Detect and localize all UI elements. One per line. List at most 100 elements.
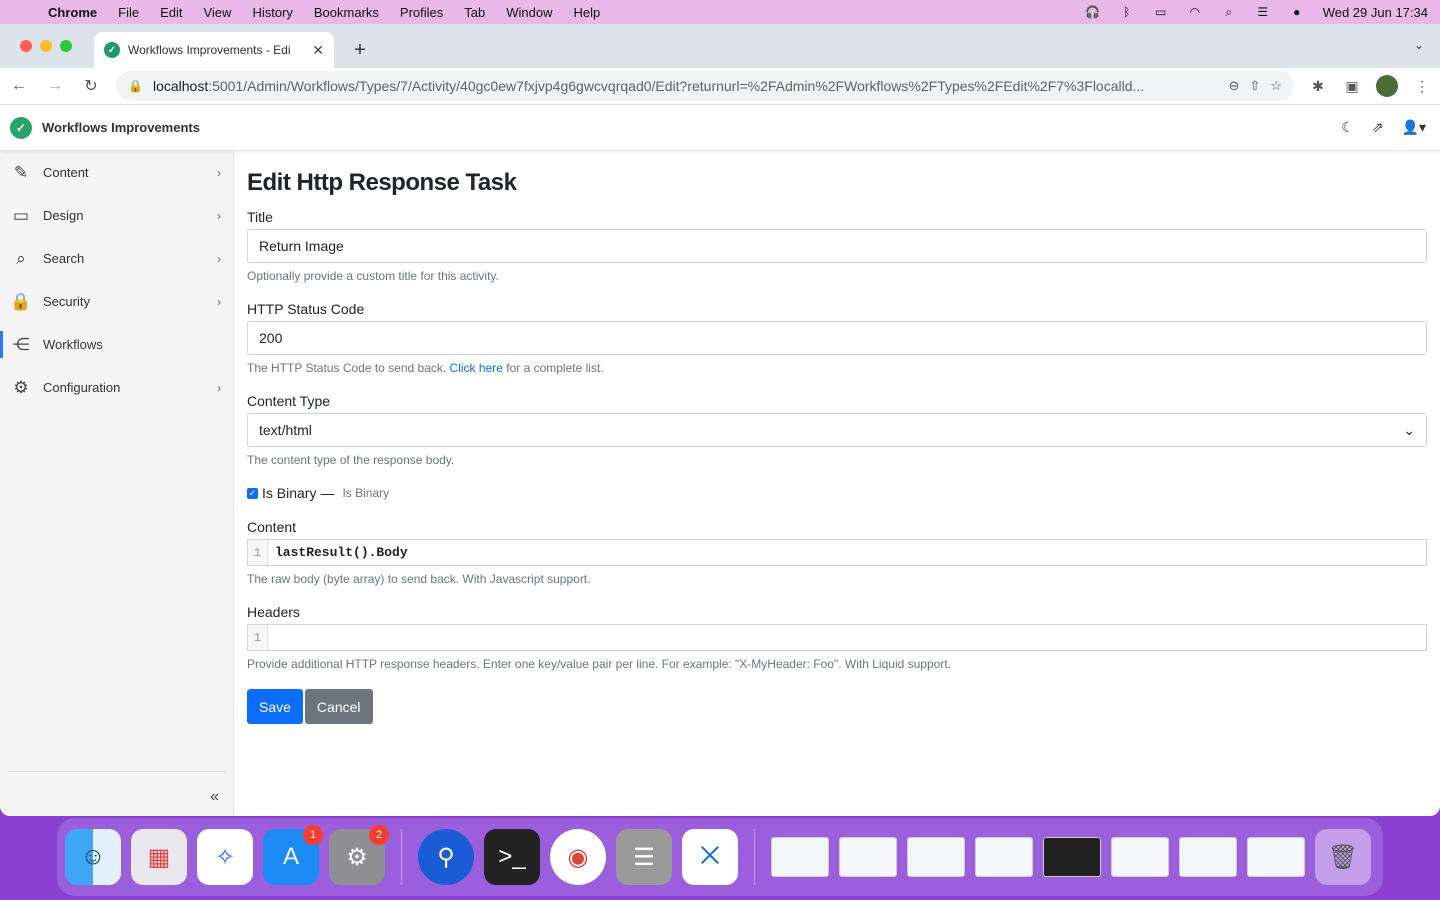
menu-view[interactable]: View <box>203 5 231 20</box>
profile-avatar[interactable] <box>1376 75 1398 97</box>
forward-button[interactable]: → <box>44 75 66 97</box>
battery-icon[interactable]: ▭ <box>1153 5 1169 19</box>
content-code[interactable]: lastResult().Body <box>268 545 408 560</box>
url-text[interactable]: localhost:5001/Admin/Workflows/Types/7/A… <box>153 78 1219 94</box>
sidebar-item-label: Design <box>43 208 84 223</box>
spotlight-icon[interactable]: ⌕ <box>1221 5 1237 19</box>
sidebar-item-workflows[interactable]: ⋲ Workflows <box>0 323 233 366</box>
title-input[interactable]: Return Image <box>247 229 1427 263</box>
browser-tab-active[interactable]: ✓ Workflows Improvements - Edi ✕ <box>94 32 334 68</box>
sidebar-item-design[interactable]: ▭ Design › <box>0 194 233 237</box>
minimized-window-thumbnail[interactable] <box>771 837 829 877</box>
browser-toolbar: ← → ↻ 🔒 localhost:5001/Admin/Workflows/T… <box>0 68 1440 105</box>
sidebar-item-label: Search <box>43 251 85 266</box>
menu-bookmarks[interactable]: Bookmarks <box>314 5 379 20</box>
back-button[interactable]: ← <box>8 75 30 97</box>
minimized-window-thumbnail[interactable] <box>907 837 965 877</box>
cancel-button[interactable]: Cancel <box>304 689 373 724</box>
tab-strip: ✓ Workflows Improvements - Edi ✕ + ⌄ <box>0 24 1440 68</box>
collapse-sidebar-icon[interactable]: « <box>210 788 219 806</box>
database-icon[interactable]: ☰ <box>616 829 672 885</box>
sidebar-item-security[interactable]: 🔒 Security › <box>0 280 233 323</box>
headphones-icon[interactable]: 🎧 <box>1085 5 1101 19</box>
new-tab-button[interactable]: + <box>346 36 374 64</box>
menu-help[interactable]: Help <box>574 5 601 20</box>
trash-icon[interactable]: 🗑 <box>1315 829 1371 885</box>
user-menu-icon[interactable]: 👤▾ <box>1402 119 1426 136</box>
lock-icon: 🔒 <box>10 291 32 311</box>
minimized-window-thumbnail[interactable] <box>1179 837 1237 877</box>
vscode-icon[interactable]: ⨉ <box>682 829 738 885</box>
address-bar[interactable]: 🔒 localhost:5001/Admin/Workflows/Types/7… <box>116 71 1294 101</box>
dark-mode-moon-icon[interactable]: ☾ <box>1341 119 1354 136</box>
save-button[interactable]: Save <box>247 689 303 724</box>
minimized-window-thumbnail[interactable] <box>1247 837 1305 877</box>
terminal-icon[interactable]: >_ <box>484 829 540 885</box>
chrome-menu-icon[interactable]: ⋮ <box>1412 78 1432 95</box>
status-code-hint: The HTTP Status Code to send back. Click… <box>247 361 1427 375</box>
app-title[interactable]: Workflows Improvements <box>42 120 200 135</box>
menu-app-name[interactable]: Chrome <box>48 5 97 20</box>
status-code-input[interactable]: 200 <box>247 321 1427 355</box>
window-controls <box>20 40 72 52</box>
control-center-icon[interactable]: ☰ <box>1255 5 1271 19</box>
bookmark-star-icon[interactable]: ☆ <box>1270 78 1282 94</box>
orchard-logo-icon[interactable]: ✓ <box>10 116 32 139</box>
content-code-editor[interactable]: 1 lastResult().Body <box>247 539 1427 566</box>
is-binary-checkbox[interactable]: ✓ <box>247 487 258 499</box>
bluetooth-icon[interactable]: ᛒ <box>1119 5 1135 19</box>
content-hint: The raw body (byte array) to send back. … <box>247 572 591 586</box>
wifi-icon[interactable]: ◠ <box>1187 5 1203 19</box>
menu-history[interactable]: History <box>252 5 292 20</box>
headers-label: Headers <box>247 604 300 620</box>
sidebar-item-configuration[interactable]: ⚙ Configuration › <box>0 366 233 409</box>
menu-tab[interactable]: Tab <box>464 5 485 20</box>
menubar-clock[interactable]: Wed 29 Jun 17:34 <box>1323 5 1428 20</box>
sidebar-item-search[interactable]: ⌕ Search › <box>0 237 233 280</box>
lock-icon[interactable]: 🔒 <box>128 79 143 93</box>
siri-icon[interactable]: ● <box>1289 5 1305 19</box>
content-type-hint: The content type of the response body. <box>247 453 455 467</box>
headers-code-editor[interactable]: 1 <box>247 624 1427 651</box>
menu-profiles[interactable]: Profiles <box>400 5 443 20</box>
is-binary-row: ✓ Is Binary — Is Binary <box>247 485 1427 501</box>
close-tab-icon[interactable]: ✕ <box>312 42 324 59</box>
extensions-icon[interactable]: ✱ <box>1308 78 1328 95</box>
launchpad-icon[interactable]: ▦ <box>131 829 187 885</box>
minimized-window-thumbnail[interactable] <box>839 837 897 877</box>
external-link-icon[interactable]: ⇗ <box>1372 119 1384 136</box>
url-host: localhost <box>152 78 209 94</box>
status-codes-link[interactable]: Click here <box>450 361 503 375</box>
zoom-window-button[interactable] <box>60 40 72 52</box>
tab-search-chevron-icon[interactable]: ⌄ <box>1414 38 1424 52</box>
side-panel-icon[interactable]: ▣ <box>1342 78 1362 95</box>
reload-button[interactable]: ↻ <box>80 75 102 97</box>
sourcetree-icon[interactable]: ⚲ <box>418 829 474 885</box>
form-actions: Save Cancel <box>247 689 1427 724</box>
chrome-icon[interactable]: ◉ <box>550 829 606 885</box>
menu-window[interactable]: Window <box>506 5 552 20</box>
app-store-icon[interactable]: A1 <box>263 825 323 885</box>
safari-icon[interactable]: ✧ <box>197 829 253 885</box>
minimized-window-thumbnail[interactable] <box>975 837 1033 877</box>
minimize-window-button[interactable] <box>40 40 52 52</box>
settings-badge: 2 <box>369 825 389 845</box>
minimized-window-thumbnail[interactable] <box>1043 837 1101 877</box>
finder-icon[interactable]: ☺ <box>65 829 121 885</box>
status-area: 🎧 ᛒ ▭ ◠ ⌕ ☰ ● Wed 29 Jun 17:34 <box>1085 5 1428 20</box>
admin-sidebar: ✎ Content › ▭ Design › ⌕ Search › 🔒 Secu… <box>0 151 234 816</box>
edit-icon: ✎ <box>13 162 29 182</box>
menu-file[interactable]: File <box>118 5 139 20</box>
zoom-icon[interactable]: ⊖ <box>1229 78 1240 94</box>
sidebar-item-label: Content <box>43 165 89 180</box>
content-type-select[interactable]: text/html ⌄ <box>247 413 1427 447</box>
share-icon[interactable]: ⇧ <box>1249 78 1260 94</box>
sidebar-item-content[interactable]: ✎ Content › <box>0 151 233 194</box>
is-binary-label[interactable]: Is Binary <box>262 485 316 501</box>
menu-edit[interactable]: Edit <box>160 5 182 20</box>
app-store-badge: 1 <box>303 825 323 845</box>
close-window-button[interactable] <box>20 40 32 52</box>
minimized-window-thumbnail[interactable] <box>1111 837 1169 877</box>
system-preferences-icon[interactable]: ⚙ 2 <box>329 825 389 885</box>
orchard-favicon-icon: ✓ <box>104 42 120 58</box>
